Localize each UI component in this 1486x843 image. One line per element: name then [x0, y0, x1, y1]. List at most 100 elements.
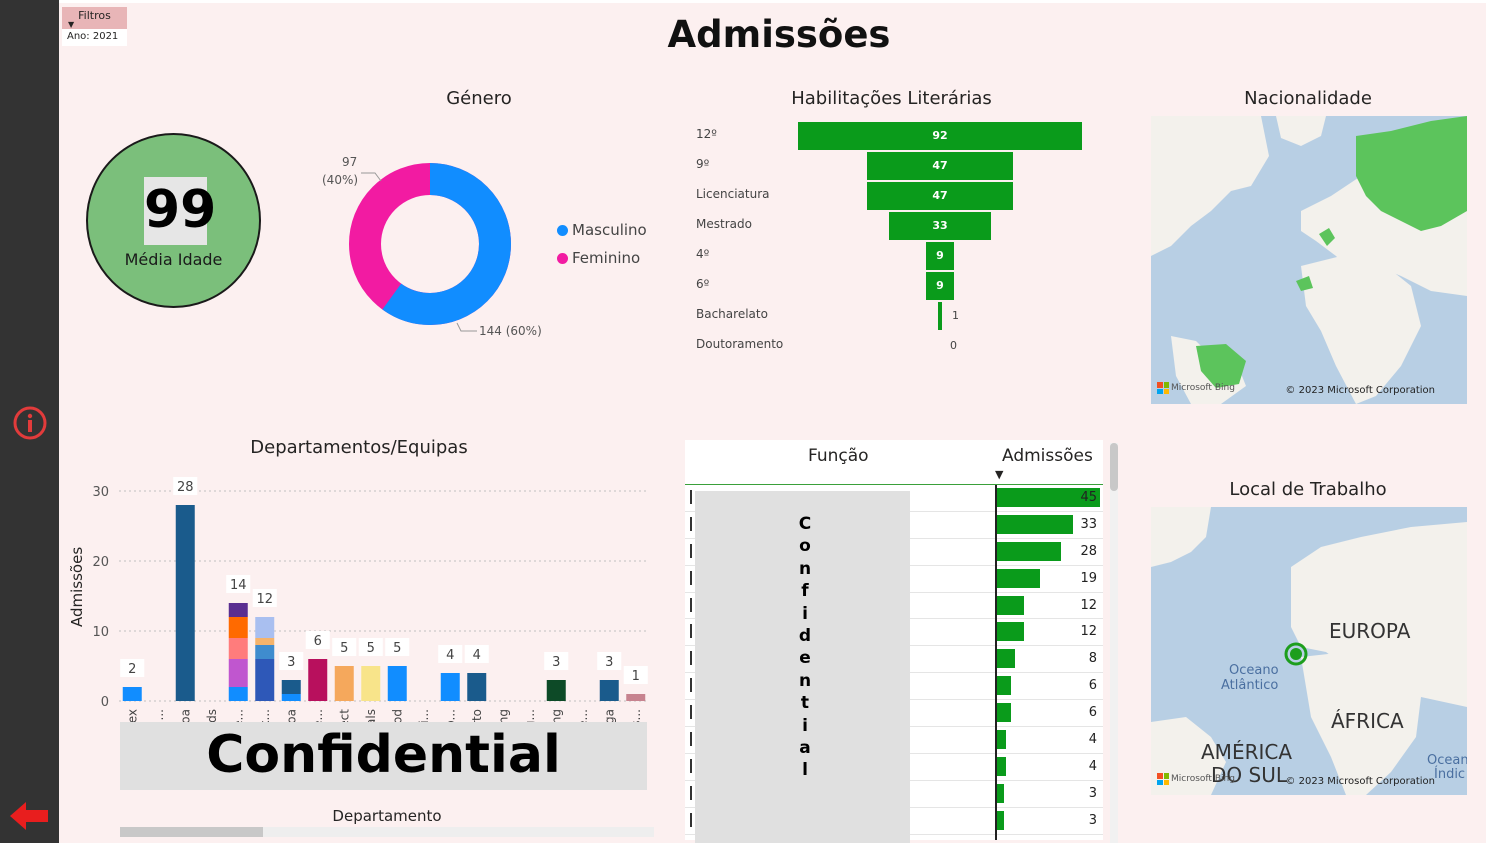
bar-segment[interactable]	[387, 666, 407, 701]
admissoes-value: 12	[1080, 624, 1097, 640]
admissoes-bar	[997, 676, 1011, 696]
bar-segment[interactable]	[626, 694, 646, 701]
legend-label: Feminino	[572, 249, 641, 267]
gender-label-feminino-value: 97	[342, 155, 358, 169]
admissoes-bar	[997, 756, 1007, 776]
left-nav-bar	[0, 0, 59, 843]
map-label-africa: ÁFRICA	[1331, 709, 1404, 733]
admissoes-bar	[997, 730, 1007, 750]
legend-dot	[557, 224, 568, 236]
admissoes-bar	[997, 649, 1016, 669]
data-label: 2	[128, 662, 136, 677]
data-label: 5	[340, 641, 348, 656]
bar-segment[interactable]	[255, 659, 275, 701]
filters-header[interactable]: Filtros ▼	[62, 7, 127, 29]
departamentos-horizontal-scrollbar[interactable]	[120, 827, 654, 837]
funnel-category-label: 12º	[696, 127, 717, 141]
filters-card[interactable]: Filtros ▼ Ano: 2021	[62, 7, 127, 46]
kpi-card-media-idade: 99 Média Idade	[86, 133, 261, 308]
bar-segment[interactable]	[281, 680, 301, 694]
bar-segment[interactable]	[255, 617, 275, 638]
bar-segment[interactable]	[122, 687, 142, 701]
confidential-overlay: Confidential	[120, 722, 647, 790]
scrollbar-thumb[interactable]	[1110, 443, 1118, 491]
map-label-ocean-right: Ocean	[1427, 753, 1467, 768]
funnel-bar[interactable]	[938, 302, 942, 330]
departamentos-ylabel: Admissões	[68, 546, 86, 627]
map-label-indico: Índic	[1434, 767, 1466, 782]
map-copyright: © 2023 Microsoft Corporation	[1285, 776, 1435, 787]
y-tick-label: 0	[101, 695, 109, 710]
funcao-cell	[690, 516, 692, 531]
admissoes-bar	[997, 568, 1041, 588]
bar-segment[interactable]	[175, 505, 195, 701]
confidential-text: Confidential	[206, 725, 561, 785]
map-copyright: © 2023 Microsoft Corporation	[1285, 385, 1435, 396]
chevron-down-icon: ▼	[68, 20, 75, 29]
funnel-category-label: Licenciatura	[696, 187, 770, 201]
confidential-letter: i	[802, 603, 808, 624]
y-tick-label: 20	[92, 555, 109, 570]
legend-item-masculino[interactable]: Masculino	[557, 221, 647, 239]
bar-segment[interactable]	[440, 673, 460, 701]
table-vertical-scrollbar[interactable]	[1110, 443, 1118, 843]
habilitacoes-funnel-chart[interactable]: 12º 92 9º 47 Licenciatura 47 Mestrado 33 4º 9 6º 9 B…	[689, 118, 1109, 358]
bar-segment[interactable]	[255, 638, 275, 645]
confidential-letter: t	[800, 693, 810, 714]
data-label: 5	[393, 641, 401, 656]
confidential-letter: o	[799, 536, 811, 557]
bar-segment[interactable]	[599, 680, 619, 701]
bar-segment[interactable]	[308, 659, 328, 701]
bar-segment[interactable]	[228, 603, 248, 617]
admissoes-value: 6	[1088, 678, 1097, 694]
gender-label-feminino-pct: (40%)	[322, 173, 359, 187]
data-label: 5	[367, 641, 375, 656]
scrollbar-thumb[interactable]	[120, 827, 263, 837]
data-label: 3	[552, 655, 560, 670]
admissoes-value: 3	[1088, 785, 1097, 801]
legend-item-feminino[interactable]: Feminino	[557, 249, 647, 267]
bing-logo: Microsoft Bing	[1157, 382, 1235, 394]
funcao-cell	[690, 705, 692, 720]
confidential-letter: n	[798, 670, 812, 691]
admissoes-value: 33	[1080, 516, 1097, 532]
funcao-cell	[690, 651, 692, 666]
funcao-cell	[690, 785, 692, 800]
info-icon[interactable]	[12, 405, 48, 441]
bar-segment[interactable]	[228, 687, 248, 701]
habilitacoes-title: Habilitações Literárias	[791, 88, 992, 109]
bar-segment[interactable]	[255, 645, 275, 659]
bar-segment[interactable]	[467, 673, 487, 701]
admissoes-value: 4	[1088, 758, 1097, 774]
admissoes-bar	[997, 622, 1025, 642]
confidential-letter: a	[799, 738, 811, 759]
bar-segment[interactable]	[228, 638, 248, 659]
bar-segment[interactable]	[228, 617, 248, 638]
bar-segment[interactable]	[228, 659, 248, 687]
admissoes-value: 19	[1080, 570, 1097, 586]
column-header-admissoes[interactable]: Admissões	[1002, 446, 1093, 466]
bing-logo: Microsoft Bing	[1157, 773, 1235, 785]
back-arrow-icon[interactable]	[8, 800, 50, 832]
data-label: 3	[287, 655, 295, 670]
confidential-letter: C	[798, 514, 812, 534]
confidential-letter: l	[802, 760, 808, 781]
legend-label: Masculino	[572, 221, 647, 239]
bar-segment[interactable]	[334, 666, 354, 701]
bar-segment[interactable]	[546, 680, 566, 701]
column-header-funcao[interactable]: Função	[808, 446, 869, 466]
admissoes-value: 28	[1080, 543, 1097, 559]
sort-desc-icon[interactable]: ▼	[995, 468, 1003, 481]
bar-segment[interactable]	[281, 694, 301, 701]
departamentos-xlabel: Departamento	[332, 807, 442, 825]
nacionalidade-title: Nacionalidade	[1244, 88, 1372, 109]
local-trabalho-map[interactable]: EUROPA ÁFRICA AMÉRICA DO SUL Oceano Atlâ…	[1151, 507, 1467, 795]
kpi-label: Média Idade	[124, 250, 223, 269]
departamentos-bar-chart[interactable]: 01020302...ex ...28...oa ...ds14...e...12.…	[59, 468, 659, 728]
funcao-cell	[690, 597, 692, 612]
admissoes-value: 45	[1080, 490, 1097, 505]
page-title: Admissões	[667, 13, 891, 56]
admissoes-bar	[997, 703, 1011, 723]
nacionalidade-map[interactable]: Microsoft Bing © 2023 Microsoft Corporat…	[1151, 116, 1467, 404]
bar-segment[interactable]	[361, 666, 381, 701]
